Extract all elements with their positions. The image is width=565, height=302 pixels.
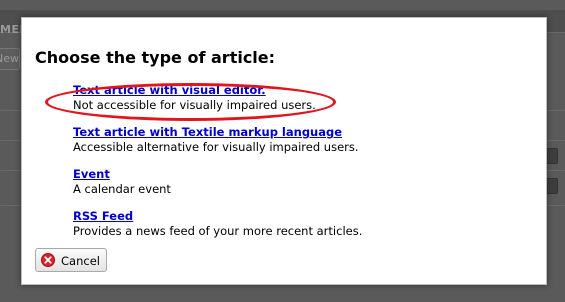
option-description: Provides a news feed of your more recent… <box>73 224 363 238</box>
option-event: Event A calendar event <box>73 167 171 197</box>
option-link-event[interactable]: Event <box>73 167 171 182</box>
option-description: A calendar event <box>73 182 171 196</box>
option-text-article-visual-editor: Text article with visual editor. Not acc… <box>73 83 316 113</box>
option-rss-feed: RSS Feed Provides a news feed of your mo… <box>73 209 362 239</box>
option-description: Not accessible for visually impaired use… <box>73 98 316 112</box>
option-description: Accessible alternative for visually impa… <box>73 140 359 154</box>
option-text-article-textile: Text article with Textile markup languag… <box>73 125 359 155</box>
background-new-button: New <box>0 48 20 70</box>
option-link-textile[interactable]: Text article with Textile markup languag… <box>73 125 359 140</box>
cancel-icon <box>41 253 55 267</box>
cancel-button[interactable]: Cancel <box>35 248 107 272</box>
option-link-rss-feed[interactable]: RSS Feed <box>73 209 362 224</box>
article-type-dialog: Choose the type of article: Text article… <box>21 17 547 285</box>
cancel-button-label: Cancel <box>61 254 100 268</box>
dialog-title: Choose the type of article: <box>35 48 276 67</box>
option-link-visual-editor[interactable]: Text article with visual editor. <box>73 83 316 98</box>
